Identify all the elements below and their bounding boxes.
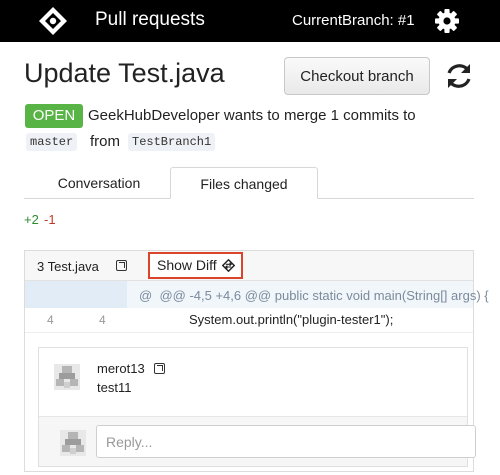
file-header: 3 Test.java Show Diff (25, 251, 473, 281)
head-branch-label: TestBranch1 (128, 133, 216, 151)
merge-summary: GeekHubDeveloper wants to merge 1 commit… (88, 107, 416, 124)
hunk-prefix: @ (139, 288, 153, 303)
page-title: Pull requests (95, 9, 205, 30)
diamond-logo-icon (39, 7, 67, 35)
deletions-count: -1 (44, 212, 56, 227)
open-file-icon[interactable] (116, 260, 127, 271)
diff-line: 4 4 System.out.println("plugin-tester1")… (25, 308, 473, 333)
comment-body: test11 (97, 380, 132, 395)
additions-count: +2 (24, 212, 39, 227)
old-line-number: 4 (47, 313, 54, 327)
comment-thread: merot13 test11 (38, 347, 476, 467)
show-diff-label: Show Diff (157, 257, 217, 273)
status-badge: OPEN (25, 104, 83, 128)
tab-files-changed[interactable]: Files changed (170, 167, 318, 199)
gear-icon[interactable] (434, 8, 460, 34)
hunk-gutter (25, 281, 127, 308)
avatar (54, 364, 80, 390)
code-line: System.out.println("plugin-tester1"); (189, 312, 394, 327)
app-header: Pull requests CurrentBranch: #1 (0, 0, 500, 42)
from-label: from (90, 133, 120, 150)
reply-avatar (60, 430, 86, 456)
hunk-range: @@ -4,5 +4,6 @@ public static void main(… (159, 288, 489, 303)
pr-title: Update Test.java (24, 58, 225, 88)
file-diff-panel: 3 Test.java Show Diff @ @@ -4,5 +4,6 @@ … (24, 250, 489, 472)
current-branch-label: CurrentBranch: #1 (292, 12, 415, 29)
diff-compare-icon (222, 259, 235, 272)
show-diff-button[interactable]: Show Diff (148, 252, 243, 279)
checkout-branch-button[interactable]: Checkout branch (284, 57, 430, 95)
reply-input[interactable] (96, 425, 476, 458)
reply-area (39, 416, 476, 466)
hunk-header: @ @@ -4,5 +4,6 @@ public static void mai… (139, 288, 489, 303)
comment-author[interactable]: merot13 (97, 361, 145, 376)
open-profile-icon[interactable] (154, 363, 165, 374)
file-name[interactable]: 3 Test.java (37, 259, 99, 274)
refresh-icon[interactable] (444, 61, 474, 91)
hunk-header-row: @ @@ -4,5 +4,6 @@ public static void mai… (25, 281, 489, 308)
base-branch-label: master (26, 133, 78, 151)
tab-conversation[interactable]: Conversation (40, 167, 158, 199)
new-line-number: 4 (99, 313, 106, 327)
